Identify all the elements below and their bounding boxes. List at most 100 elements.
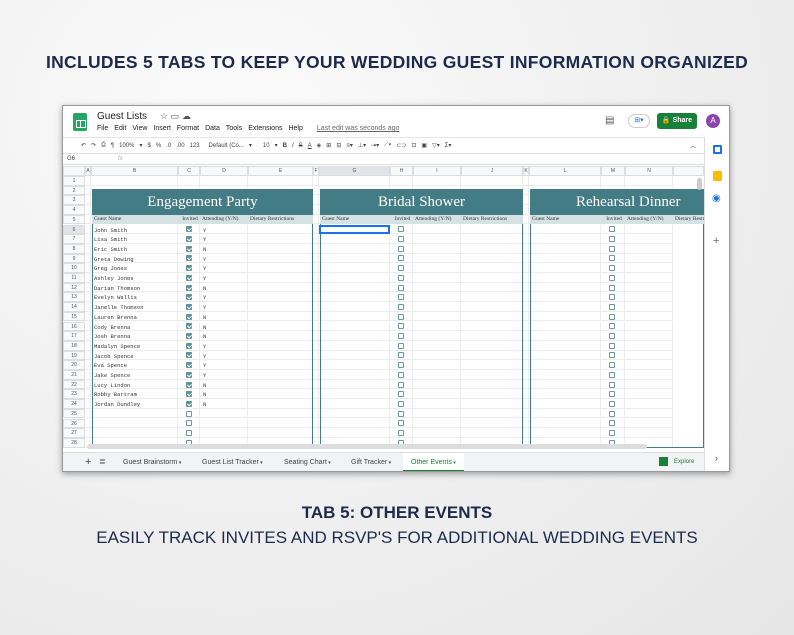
comment-icon[interactable]: ▤ <box>605 115 614 126</box>
row-header[interactable]: 8 <box>63 243 85 254</box>
invited-checkbox[interactable] <box>398 303 404 310</box>
menu-view[interactable]: View <box>132 125 147 132</box>
explore-button[interactable]: Explore <box>659 457 694 466</box>
row-header[interactable]: 24 <box>63 399 85 409</box>
row-header[interactable]: 27 <box>63 428 85 438</box>
invited-checkbox[interactable] <box>186 236 192 242</box>
row-header[interactable]: 19 <box>63 350 85 361</box>
column-header[interactable]: B <box>91 166 178 176</box>
all-sheets-icon[interactable]: ≣ <box>99 457 106 466</box>
invited-checkbox[interactable] <box>398 255 404 262</box>
invited-checkbox[interactable] <box>398 226 404 233</box>
invited-checkbox[interactable] <box>186 226 192 233</box>
invited-checkbox[interactable] <box>609 303 615 310</box>
invited-checkbox[interactable] <box>609 333 615 339</box>
meet-button[interactable]: ⊞▾ <box>628 114 650 128</box>
cell[interactable] <box>601 176 625 186</box>
sheet-grid[interactable]: A B C D E F G H I J K L M N 1 2 3 4 5 6 7 8 9 10 11 12 13 14 15 16 17 1… <box>63 166 704 452</box>
invited-checkbox[interactable] <box>609 352 615 359</box>
undo-icon[interactable]: ↶ <box>81 142 86 149</box>
column-header[interactable]: M <box>601 166 625 176</box>
invited-checkbox[interactable] <box>398 400 404 407</box>
invited-checkbox[interactable] <box>398 391 404 398</box>
row-header[interactable]: 20 <box>63 360 85 370</box>
column-header[interactable]: C <box>178 166 200 176</box>
invited-checkbox[interactable] <box>186 371 192 378</box>
font-size-select[interactable]: 10 <box>263 143 270 149</box>
column-header[interactable]: E <box>248 166 313 176</box>
column-header[interactable]: N <box>625 166 673 176</box>
invited-checkbox[interactable] <box>186 274 192 281</box>
row-header[interactable]: 15 <box>63 311 85 322</box>
invited-checkbox[interactable] <box>609 226 615 233</box>
title-text[interactable]: Guest Lists <box>97 111 147 122</box>
add-sheet-icon[interactable]: + <box>85 456 91 468</box>
paint-format-icon[interactable]: ¶ <box>111 143 114 149</box>
borders-icon[interactable]: ⊞ <box>326 142 331 149</box>
align-icon[interactable]: ≡▾ <box>346 142 353 149</box>
invited-checkbox[interactable] <box>186 391 192 398</box>
row-header[interactable]: 13 <box>63 292 85 303</box>
invited-checkbox[interactable] <box>398 265 404 272</box>
invited-checkbox[interactable] <box>398 294 404 301</box>
row-header[interactable]: 10 <box>63 263 85 273</box>
invited-checkbox[interactable] <box>398 342 404 349</box>
folder-icon[interactable]: ▭ <box>171 111 180 121</box>
row-header[interactable]: 9 <box>63 253 85 264</box>
row-header[interactable]: 22 <box>63 379 85 390</box>
invited-checkbox[interactable] <box>398 430 404 436</box>
invited-checkbox[interactable] <box>609 342 615 349</box>
invited-checkbox[interactable] <box>609 274 615 281</box>
column-header[interactable]: D <box>200 166 248 176</box>
print-icon[interactable]: ⎙ <box>101 142 106 149</box>
menu-format[interactable]: Format <box>177 125 199 132</box>
invited-checkbox[interactable] <box>186 381 192 388</box>
row-header[interactable]: 23 <box>63 389 85 400</box>
comment-add-icon[interactable]: ⊡ <box>411 142 416 149</box>
invited-checkbox[interactable] <box>186 342 192 349</box>
row-header[interactable]: 26 <box>63 418 85 429</box>
name-box[interactable]: G6 <box>67 156 75 162</box>
invited-checkbox[interactable] <box>609 313 615 320</box>
rotate-icon[interactable]: ⟋▾ <box>384 142 391 149</box>
corner-cell[interactable] <box>63 166 85 176</box>
column-header[interactable]: G <box>319 166 390 176</box>
cell[interactable] <box>248 176 313 186</box>
menu-tools[interactable]: Tools <box>226 125 242 132</box>
invited-checkbox[interactable] <box>186 362 192 369</box>
invited-checkbox[interactable] <box>398 274 404 281</box>
share-button[interactable]: 🔒 Share <box>657 113 697 129</box>
link-icon[interactable]: ⊂⊃ <box>396 142 406 149</box>
expand-panel-icon[interactable]: › <box>715 453 718 463</box>
collapse-icon[interactable]: ︿ <box>690 141 696 150</box>
invited-checkbox[interactable] <box>609 430 615 436</box>
bold-button[interactable]: B <box>283 143 287 149</box>
italic-button[interactable]: I <box>292 143 294 149</box>
invited-checkbox[interactable] <box>398 371 404 378</box>
invited-checkbox[interactable] <box>398 284 404 291</box>
row-header[interactable]: 5 <box>63 214 85 225</box>
invited-checkbox[interactable] <box>186 420 192 427</box>
row-header[interactable]: 6 <box>63 224 85 235</box>
column-header[interactable]: L <box>529 166 601 176</box>
invited-checkbox[interactable] <box>609 381 615 388</box>
redo-icon[interactable]: ↷ <box>91 142 96 149</box>
star-icon[interactable]: ☆ <box>160 111 168 121</box>
column-header[interactable]: J <box>461 166 523 176</box>
column-header[interactable]: H <box>390 166 413 176</box>
column-header[interactable] <box>673 166 704 176</box>
horizontal-scrollbar[interactable] <box>87 444 647 449</box>
invited-checkbox[interactable] <box>609 294 615 301</box>
invited-checkbox[interactable] <box>398 362 404 369</box>
percent-button[interactable]: % <box>156 143 161 149</box>
cell[interactable] <box>200 176 248 186</box>
invited-checkbox[interactable] <box>398 381 404 388</box>
row-header[interactable]: 17 <box>63 331 85 341</box>
invited-checkbox[interactable] <box>609 245 615 252</box>
row-header[interactable]: 3 <box>63 195 85 206</box>
invited-checkbox[interactable] <box>398 410 404 417</box>
format-select[interactable]: 123 <box>190 143 200 149</box>
invited-checkbox[interactable] <box>186 400 192 407</box>
invited-checkbox[interactable] <box>186 284 192 291</box>
selected-cell[interactable] <box>319 224 390 235</box>
